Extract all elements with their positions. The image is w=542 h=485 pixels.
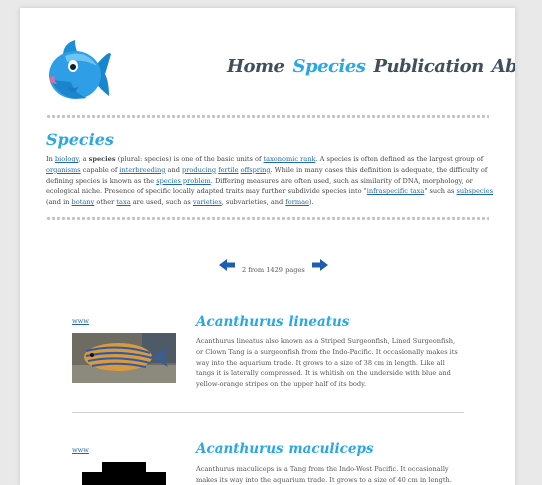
intro-text: (and in: [46, 198, 72, 207]
intro-text: (plural: species) is one of the basic un…: [115, 155, 264, 163]
intro-text: ).: [308, 198, 314, 207]
intro-link[interactable]: formae: [285, 198, 309, 206]
fish-photo-placeholder[interactable]: [72, 460, 176, 485]
intro-link[interactable]: interbreeding: [119, 166, 165, 174]
page-title: Species: [46, 130, 114, 149]
intro-text: capable of: [80, 165, 120, 174]
entry-separator: [72, 412, 464, 413]
intro-text: " such as: [424, 187, 457, 196]
entry-www-link[interactable]: www: [72, 317, 89, 325]
arrow-left-icon[interactable]: [219, 259, 235, 271]
page-container: Home Species Publication About Species I…: [20, 8, 515, 485]
entry-title[interactable]: Acanthurus lineatus: [196, 314, 349, 330]
species-intro-text: In biology, a species (plural: species) …: [46, 154, 494, 208]
intro-text: are used, such as: [130, 198, 193, 207]
entry-description: Acanthurus maculiceps is a Tang from the…: [196, 465, 452, 484]
intro-link[interactable]: producing: [182, 166, 216, 174]
nav-species-link[interactable]: Species: [293, 56, 366, 77]
entry-www-link[interactable]: www: [72, 446, 89, 454]
intro-text: . A species is often defined as the larg…: [315, 155, 484, 163]
intro-link[interactable]: offspring: [241, 166, 271, 174]
fish-logo-icon[interactable]: [45, 38, 111, 106]
fish-photo-striped-surgeonfish[interactable]: [72, 333, 176, 383]
dotted-divider: [46, 216, 489, 221]
arrow-right-icon[interactable]: [311, 259, 328, 271]
intro-link[interactable]: species problem: [156, 177, 211, 185]
intro-text: and: [165, 165, 183, 174]
intro-text: other: [94, 198, 117, 207]
intro-link[interactable]: taxonomic rank: [264, 155, 316, 163]
intro-bold-text: species: [88, 155, 116, 163]
intro-link[interactable]: taxa: [116, 198, 130, 206]
entry-title[interactable]: Acanthurus maculiceps: [196, 441, 374, 457]
intro-link[interactable]: varieties: [193, 198, 222, 206]
entry-description: Acanthurus lineatus also known as a Stri…: [196, 337, 458, 389]
intro-link[interactable]: organisms: [46, 166, 81, 174]
intro-link[interactable]: subspecies: [457, 187, 493, 195]
nav-about-link[interactable]: About: [492, 56, 515, 77]
intro-link[interactable]: botany: [72, 198, 95, 206]
nav-publication-link[interactable]: Publication: [373, 56, 484, 77]
nav-home-link[interactable]: Home: [227, 56, 285, 77]
intro-text: In: [46, 155, 55, 163]
intro-link[interactable]: fertile: [218, 166, 238, 174]
main-nav: Home Species Publication About: [227, 56, 515, 77]
pagination: 2 from 1429 pages: [219, 259, 328, 274]
page-count: 2 from 1429 pages: [242, 266, 305, 274]
intro-text: , subvarieties, and: [221, 198, 286, 207]
dotted-divider: [46, 114, 489, 119]
intro-text: , a: [78, 155, 89, 163]
intro-link[interactable]: biology: [55, 155, 78, 163]
intro-link[interactable]: infraspecific taxa: [367, 187, 425, 195]
